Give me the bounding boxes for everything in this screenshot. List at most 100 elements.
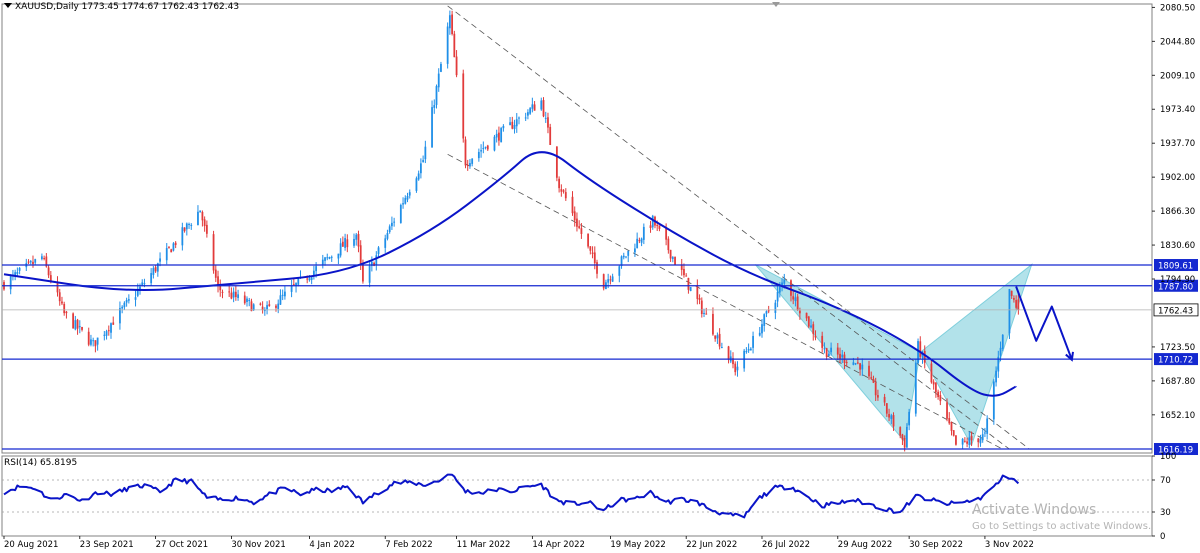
- candle-body[interactable]: [827, 353, 830, 357]
- candle-body[interactable]: [671, 257, 674, 259]
- candle-body[interactable]: [752, 335, 754, 348]
- candle-body[interactable]: [16, 272, 19, 274]
- candle-body[interactable]: [462, 73, 465, 139]
- candle-body[interactable]: [1013, 297, 1015, 300]
- candle-body[interactable]: [183, 227, 186, 232]
- candle-body[interactable]: [424, 146, 427, 160]
- candle-body[interactable]: [266, 305, 268, 310]
- candle-body[interactable]: [999, 347, 1002, 356]
- candle-body[interactable]: [65, 311, 68, 314]
- candle-body[interactable]: [899, 427, 902, 436]
- candle-body[interactable]: [1010, 290, 1013, 297]
- candle-body[interactable]: [248, 299, 251, 301]
- candle-body[interactable]: [346, 239, 349, 248]
- candle-body[interactable]: [839, 353, 841, 359]
- candle-body[interactable]: [74, 320, 77, 330]
- candle-body[interactable]: [453, 33, 456, 58]
- candle-body[interactable]: [638, 240, 641, 242]
- candle-body[interactable]: [143, 283, 146, 285]
- candle-body[interactable]: [968, 437, 971, 445]
- candle-body[interactable]: [622, 255, 625, 258]
- candle-body[interactable]: [763, 314, 766, 326]
- candle-body[interactable]: [870, 377, 873, 379]
- candle-body[interactable]: [687, 277, 690, 290]
- candle-body[interactable]: [61, 301, 63, 304]
- candle-body[interactable]: [159, 258, 161, 262]
- candle-body[interactable]: [529, 108, 532, 114]
- candle-body[interactable]: [986, 418, 989, 434]
- candle-body[interactable]: [469, 163, 471, 167]
- candle-body[interactable]: [555, 146, 558, 178]
- candle-body[interactable]: [618, 266, 621, 276]
- candle-body[interactable]: [72, 313, 75, 329]
- candle-body[interactable]: [471, 158, 474, 164]
- candle-body[interactable]: [119, 308, 121, 324]
- candle-body[interactable]: [466, 165, 469, 167]
- candle-body[interactable]: [431, 107, 433, 148]
- candle-body[interactable]: [165, 248, 168, 261]
- candle-body[interactable]: [830, 347, 832, 353]
- candle-body[interactable]: [948, 418, 951, 424]
- candle-body[interactable]: [861, 364, 864, 370]
- candle-body[interactable]: [950, 422, 953, 431]
- candle-body[interactable]: [1001, 334, 1004, 349]
- candle-body[interactable]: [544, 117, 547, 119]
- candle-body[interactable]: [718, 333, 721, 347]
- candle-body[interactable]: [234, 291, 237, 298]
- candle-body[interactable]: [984, 432, 986, 434]
- candle-body[interactable]: [18, 267, 21, 271]
- candle-body[interactable]: [852, 362, 855, 365]
- candle-body[interactable]: [683, 269, 685, 276]
- candle-body[interactable]: [513, 124, 516, 130]
- candle-body[interactable]: [798, 310, 801, 314]
- chart-canvas[interactable]: 1809.611787.801710.721616.191762.432080.…: [0, 0, 1200, 553]
- candle-body[interactable]: [482, 148, 485, 150]
- candle-body[interactable]: [761, 324, 763, 334]
- candle-body[interactable]: [197, 211, 199, 226]
- candle-body[interactable]: [43, 258, 46, 260]
- candle-body[interactable]: [275, 305, 277, 308]
- candle-body[interactable]: [326, 257, 329, 259]
- candle-body[interactable]: [961, 438, 964, 445]
- candle-body[interactable]: [685, 275, 688, 277]
- candle-body[interactable]: [805, 312, 808, 319]
- candle-body[interactable]: [315, 266, 318, 272]
- candle-body[interactable]: [188, 223, 190, 225]
- candle-body[interactable]: [736, 366, 739, 371]
- candle-body[interactable]: [774, 302, 777, 313]
- candle-body[interactable]: [776, 291, 779, 302]
- candle-body[interactable]: [667, 238, 670, 251]
- candle-body[interactable]: [611, 276, 614, 282]
- candle-body[interactable]: [607, 279, 610, 283]
- candle-body[interactable]: [977, 438, 980, 443]
- candle-body[interactable]: [883, 396, 886, 403]
- candle-body[interactable]: [952, 430, 955, 436]
- candle-body[interactable]: [107, 330, 110, 332]
- candle-body[interactable]: [134, 297, 137, 300]
- candle-body[interactable]: [527, 112, 529, 116]
- candle-body[interactable]: [1008, 289, 1011, 334]
- candle-body[interactable]: [172, 243, 175, 251]
- candle-body[interactable]: [966, 441, 968, 444]
- candle-body[interactable]: [170, 249, 173, 253]
- candle-body[interactable]: [150, 273, 153, 284]
- candle-body[interactable]: [868, 365, 870, 377]
- candle-body[interactable]: [404, 197, 407, 204]
- candle-body[interactable]: [515, 119, 518, 127]
- candle-body[interactable]: [923, 350, 926, 363]
- candle-body[interactable]: [845, 361, 848, 364]
- candle-body[interactable]: [665, 228, 668, 240]
- candle-body[interactable]: [634, 248, 636, 253]
- candle-body[interactable]: [872, 378, 875, 383]
- candle-body[interactable]: [96, 337, 99, 345]
- candle-body[interactable]: [792, 296, 795, 300]
- candle-body[interactable]: [190, 224, 193, 226]
- candle-body[interactable]: [794, 297, 797, 302]
- candle-body[interactable]: [355, 234, 358, 240]
- candle-body[interactable]: [745, 351, 748, 353]
- candle-body[interactable]: [359, 245, 362, 264]
- candle-body[interactable]: [649, 225, 652, 228]
- candle-body[interactable]: [888, 414, 890, 418]
- candle-body[interactable]: [493, 136, 496, 151]
- candle-body[interactable]: [877, 395, 879, 398]
